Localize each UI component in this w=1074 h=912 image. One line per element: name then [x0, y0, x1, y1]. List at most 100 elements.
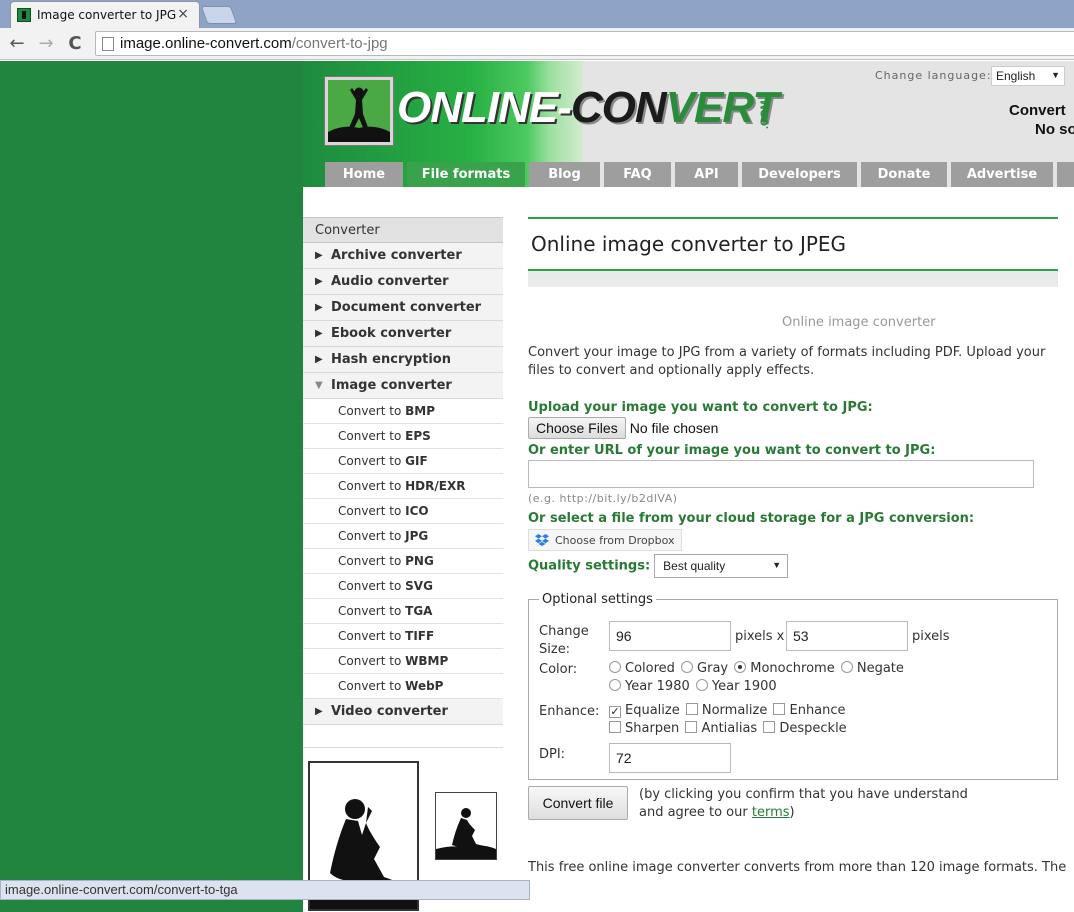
sidebar-subitem-convert-to-ico[interactable]: Convert to ICO	[303, 499, 503, 524]
color-radio-year-1900[interactable]	[695, 679, 708, 691]
forward-arrow-icon[interactable]: →	[35, 33, 57, 54]
choose-files-button[interactable]: Choose Files	[528, 417, 626, 439]
confirm-text-after: )	[789, 805, 795, 820]
color-radio-colored[interactable]	[609, 661, 621, 673]
green-background-left	[0, 61, 303, 912]
header-tagline-line1: Convert	[1009, 102, 1066, 119]
convert-file-button[interactable]: Convert file	[528, 786, 628, 820]
sidebar-subitem-convert-to-svg[interactable]: Convert to SVG	[303, 574, 503, 599]
page-description: Convert your image to JPG from a variety…	[528, 345, 1046, 378]
optional-settings-fieldset: Optional settings Change Size: 96 pixels…	[528, 592, 1058, 780]
sidebar-item-audio[interactable]: ▶ Audio converter	[303, 269, 503, 295]
sidebar-item-document[interactable]: ▶ Document converter	[303, 295, 503, 321]
header-tagline: Convert No so	[1009, 101, 1074, 139]
image-converter-submenu: Convert to BMP Convert to EPS Convert to G…	[303, 399, 503, 699]
nav-faq[interactable]: FAQ	[604, 162, 671, 187]
sidebar-subitem-convert-to-wbmp[interactable]: Convert to WBMP	[303, 649, 503, 674]
height-input[interactable]: 53	[786, 621, 908, 651]
color-radio-gray[interactable]	[681, 661, 694, 673]
subitem-format: ICO	[405, 504, 429, 518]
back-arrow-icon[interactable]: ←	[6, 33, 28, 54]
language-select[interactable]: English	[991, 66, 1065, 86]
subitem-prefix: Convert to	[338, 529, 402, 543]
sidebar-item-ebook[interactable]: ▶ Ebook converter	[303, 321, 503, 347]
site-logo[interactable]: ONLINE-CONVERT	[397, 83, 779, 133]
nav-home[interactable]: Home	[325, 162, 403, 187]
enhance-option-label: Despeckle	[779, 721, 847, 736]
bottom-text-row: This free online image converter convert…	[528, 860, 1066, 880]
nav-blog[interactable]: Blog	[529, 162, 600, 187]
enhance-checkbox-enhance[interactable]	[773, 703, 786, 715]
tab-title: Image converter to JPG	[37, 8, 177, 22]
sidebar-item-video[interactable]: ▶ Video converter	[303, 699, 503, 725]
enhance-checkbox-equalize[interactable]: ✓	[609, 706, 621, 718]
sidebar-item-image[interactable]: ▼ Image converter	[303, 373, 503, 399]
sidebar-subitem-convert-to-hdr-exr[interactable]: Convert to HDR/EXR	[303, 474, 503, 499]
nav-more[interactable]	[1057, 162, 1074, 187]
quality-select[interactable]: Best quality	[654, 554, 789, 578]
width-input[interactable]: 96	[609, 621, 731, 651]
confirm-text: (by clicking you confirm that you have u…	[639, 786, 969, 822]
change-language-label: Change language:	[875, 69, 992, 82]
sidebar-item-label: Archive converter	[331, 248, 462, 263]
main-column: Online image converter to JPEG Online im…	[528, 217, 1066, 880]
enhance-options-row2: Sharpen Antialias Despeckle	[609, 721, 847, 736]
enhance-checkbox-normalize[interactable]	[685, 703, 698, 715]
nav-developers[interactable]: Developers	[742, 162, 857, 187]
sidebar-heading: Converter	[303, 217, 503, 243]
nav-donate[interactable]: Donate	[861, 162, 947, 187]
sidebar-subitem-convert-to-gif[interactable]: Convert to GIF	[303, 449, 503, 474]
browser-tab-active[interactable]: Image converter to JPG ×	[10, 1, 200, 28]
url-domain: image.online-convert.com	[120, 35, 292, 52]
sidebar-item-label: Image converter	[331, 378, 452, 393]
subitem-prefix: Convert to	[338, 679, 402, 693]
enhance-checkbox-antialias[interactable]	[685, 721, 698, 733]
nav-api[interactable]: API	[675, 162, 738, 187]
color-radio-monochrome[interactable]	[734, 661, 747, 673]
subitem-format: EPS	[405, 429, 431, 443]
sidebar-subitem-convert-to-tiff[interactable]: Convert to TIFF	[303, 624, 503, 649]
url-input[interactable]	[528, 460, 1034, 488]
sidebar-item-archive[interactable]: ▶ Archive converter	[303, 243, 503, 269]
sidebar-subitem-convert-to-eps[interactable]: Convert to EPS	[303, 424, 503, 449]
color-option-label: Monochrome	[750, 661, 835, 676]
sidebar-subitem-convert-to-bmp[interactable]: Convert to BMP	[303, 399, 503, 424]
enhance-checkbox-despeckle[interactable]	[763, 721, 776, 733]
sidebar-item-label: Audio converter	[331, 274, 449, 289]
sidebar-item-label: Hash encryption	[331, 352, 451, 367]
browser-status-bar: image.online-convert.com/convert-to-tga	[0, 880, 530, 900]
nav-advertise[interactable]: Advertise	[951, 162, 1053, 187]
change-size-label: Change Size:	[539, 624, 589, 657]
upload-label: Upload your image you want to convert to…	[528, 400, 873, 415]
color-radio-negate[interactable]	[840, 661, 853, 673]
new-tab-button[interactable]	[200, 6, 238, 24]
no-file-chosen-text: No file chosen	[629, 420, 719, 436]
sidebar-subitem-convert-to-tga[interactable]: Convert to TGA	[303, 599, 503, 624]
color-option-label: Year 1900	[711, 679, 777, 694]
dropbox-button[interactable]: Choose from Dropbox	[528, 529, 682, 551]
sidebar-item-hash[interactable]: ▶ Hash encryption	[303, 347, 503, 373]
tab-close-icon[interactable]: ×	[177, 6, 189, 22]
subitem-format: HDR/EXR	[405, 479, 466, 493]
sidebar-subitem-convert-to-webp[interactable]: Convert to WebP	[303, 674, 503, 699]
pixels-x-label: pixels x	[735, 629, 785, 644]
color-options-row1: Colored Gray Monochrome Negate	[609, 661, 904, 676]
enhance-checkbox-sharpen[interactable]	[609, 721, 621, 733]
subitem-format: WebP	[405, 679, 444, 693]
color-radio-year-1980[interactable]	[609, 679, 621, 691]
browser-toolbar: ← → C image.online-convert.com/convert-t…	[0, 28, 1074, 60]
nav-file-formats[interactable]: File formats	[407, 162, 525, 187]
logo-figure-icon[interactable]	[325, 77, 393, 145]
subitem-prefix: Convert to	[338, 554, 402, 568]
reload-icon[interactable]: C	[64, 33, 86, 54]
enhance-option-label: Antialias	[701, 721, 758, 736]
sidebar-subitem-convert-to-jpg[interactable]: Convert to JPG	[303, 524, 503, 549]
sidebar-subitem-convert-to-png[interactable]: Convert to PNG	[303, 549, 503, 574]
terms-link[interactable]: terms	[752, 805, 790, 820]
address-bar[interactable]: image.online-convert.com/convert-to-jpg	[95, 31, 1074, 56]
cloud-storage-label: Or select a file from your cloud storage…	[528, 511, 975, 526]
color-options-row2: Year 1980 Year 1900	[609, 679, 777, 694]
color-option-label: Gray	[697, 661, 729, 676]
file-upload-row: Choose Files No file chosen	[528, 417, 1058, 439]
dpi-input[interactable]: 72	[609, 743, 731, 773]
